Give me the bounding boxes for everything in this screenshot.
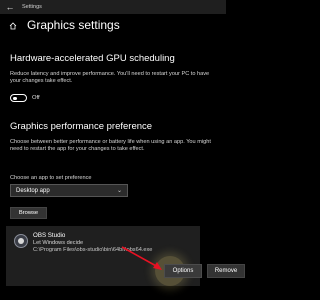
- graphics-pref-description: Choose between better performance or bat…: [10, 139, 211, 153]
- title-bar: ← Settings: [0, 0, 226, 14]
- chevron-down-icon: ⌄: [116, 188, 122, 194]
- dropdown-value: Desktop app: [16, 187, 50, 194]
- toggle-knob: [13, 96, 17, 100]
- app-type-dropdown[interactable]: Desktop app ⌄: [10, 184, 128, 197]
- obs-icon: [14, 234, 28, 248]
- browse-button[interactable]: Browse: [10, 207, 47, 219]
- gpu-scheduling-description: Reduce latency and improve performance. …: [10, 71, 210, 85]
- home-icon: [9, 22, 17, 30]
- choose-app-label: Choose an app to set preference: [10, 175, 92, 181]
- page-title: Graphics settings: [27, 18, 120, 32]
- red-arrow-icon: [121, 246, 162, 270]
- gpu-scheduling-toggle[interactable]: [10, 94, 27, 102]
- toggle-state-label: Off: [32, 95, 40, 101]
- window-title: Settings: [22, 4, 42, 10]
- app-preference: Let Windows decide: [33, 240, 84, 246]
- options-button[interactable]: Options: [164, 264, 202, 278]
- back-arrow-icon[interactable]: ←: [4, 0, 16, 14]
- gpu-scheduling-heading: Hardware-accelerated GPU scheduling: [10, 53, 175, 64]
- remove-button[interactable]: Remove: [207, 264, 245, 278]
- app-name: OBS Studio: [33, 232, 66, 239]
- graphics-pref-heading: Graphics performance preference: [10, 121, 153, 132]
